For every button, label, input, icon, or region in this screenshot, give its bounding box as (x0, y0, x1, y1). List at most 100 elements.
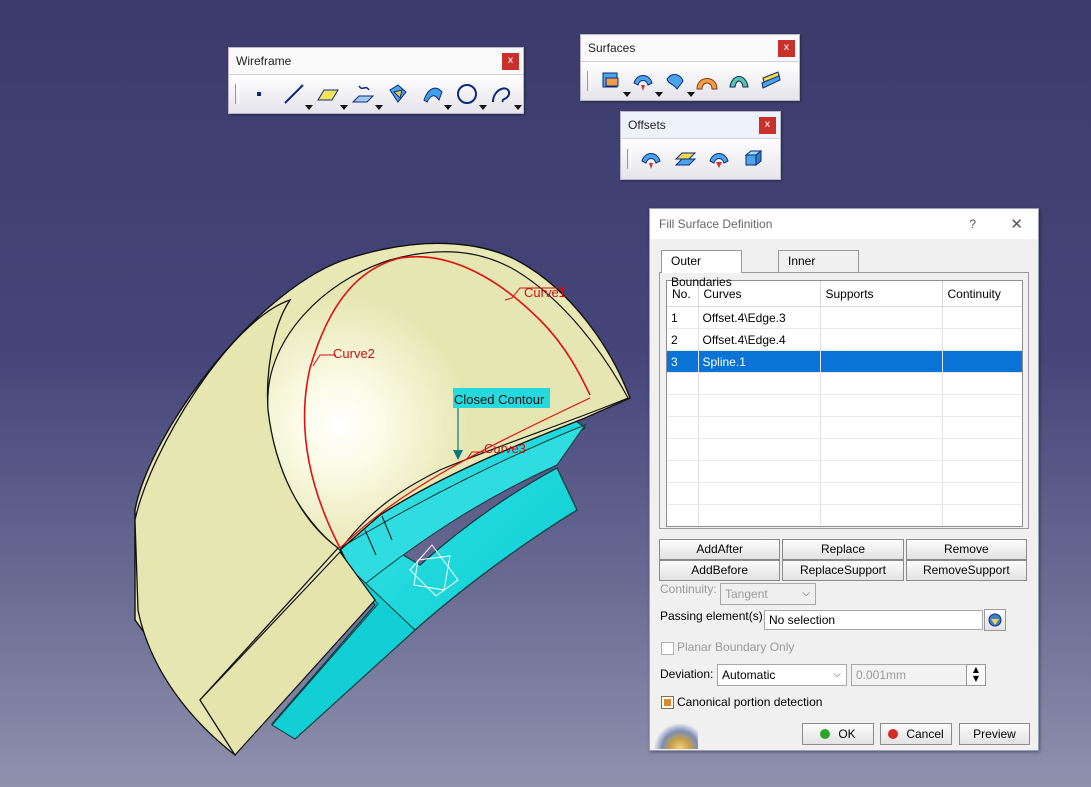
passing-elements-label: Passing element(s): (660, 609, 767, 623)
cell-support (820, 350, 943, 373)
multi-section-icon[interactable] (725, 65, 753, 97)
empty-row (667, 438, 1022, 461)
circle-icon[interactable] (453, 78, 488, 110)
continuity-value: Tangent (725, 587, 768, 601)
offsets-close-button[interactable]: x (759, 117, 776, 134)
curve3-label[interactable]: Curve3 (484, 441, 526, 456)
preview-label: Preview (973, 727, 1016, 741)
wireframe-title-text: Wireframe (236, 54, 292, 68)
plane-icon[interactable] (314, 78, 349, 110)
empty-row (667, 394, 1022, 417)
offsets-title-text: Offsets (628, 118, 666, 132)
col-header-supports[interactable]: Supports (820, 281, 943, 307)
col-header-continuity[interactable]: Continuity (942, 281, 1022, 307)
curve1-label[interactable]: Curve1 (524, 285, 566, 300)
passing-elements-picker-button[interactable] (984, 609, 1006, 631)
deviation-value-field[interactable]: 0.001mm (851, 664, 968, 686)
cell-continuity (942, 350, 1022, 373)
spin-up-icon[interactable]: ▲ (967, 665, 985, 674)
tab-inner-boundaries[interactable]: Inner Boundaries (778, 250, 859, 289)
help-button[interactable]: ? (969, 209, 976, 239)
toolbar-grip[interactable] (627, 149, 631, 169)
empty-row (667, 460, 1022, 483)
point-icon[interactable] (245, 78, 273, 110)
empty-row (667, 372, 1022, 395)
deviation-spinner[interactable]: ▲ ▼ (966, 664, 986, 686)
deviation-label: Deviation: (660, 667, 714, 681)
surfaces-close-button[interactable]: x (778, 40, 795, 57)
planar-boundary-label: Planar Boundary Only (677, 640, 795, 654)
table-row[interactable]: 2 Offset.4\Edge.4 (667, 328, 1022, 351)
remove-button[interactable]: Remove (905, 539, 1027, 560)
offset-icon[interactable] (637, 143, 665, 175)
boundary-buttons-row2: AddBefore ReplaceSupport RemoveSupport (659, 560, 1027, 581)
wireframe-icon-row (229, 74, 523, 113)
deviation-mode-select[interactable]: Automatic ⌵ (717, 664, 847, 686)
selection-icon (988, 613, 1002, 627)
cell-no: 1 (667, 306, 699, 329)
sweep-icon[interactable] (661, 65, 695, 97)
offset-surface-icon[interactable] (629, 65, 663, 97)
toolbar-grip[interactable] (235, 84, 239, 104)
curve2-label[interactable]: Curve2 (333, 346, 375, 361)
cell-curve: Spline.1 (698, 350, 821, 373)
dialog-title: Fill Surface Definition (659, 217, 773, 231)
boundary-buttons-row1: AddAfter Replace Remove (659, 539, 1027, 560)
boundary-table[interactable]: No. Curves Supports Continuity 1 Offset.… (666, 280, 1023, 527)
cell-support (820, 306, 943, 329)
rough-offset-icon[interactable] (705, 143, 733, 175)
projection-icon[interactable] (349, 78, 383, 110)
blend-icon[interactable] (757, 65, 785, 97)
fill-surface-dialog[interactable]: Fill Surface Definition ? ✕ Outer Bounda… (649, 208, 1039, 751)
ok-status-icon (820, 729, 831, 739)
surfaces-toolbar[interactable]: Surfaces x (580, 34, 800, 101)
replace-support-button[interactable]: ReplaceSupport (782, 560, 904, 581)
surfaces-icon-row (581, 61, 799, 100)
spin-down-icon[interactable]: ▼ (967, 674, 985, 683)
variable-offset-icon[interactable] (671, 143, 699, 175)
cancel-status-icon (888, 729, 899, 739)
wireframe-toolbar[interactable]: Wireframe x (228, 47, 524, 114)
dialog-corner-graphic (650, 721, 698, 749)
remove-support-button[interactable]: RemoveSupport (905, 560, 1027, 581)
passing-elements-value: No selection (769, 613, 836, 627)
surfaces-toolbar-title[interactable]: Surfaces x (581, 35, 799, 61)
deviation-mode-value: Automatic (722, 668, 776, 682)
planar-boundary-checkbox[interactable] (661, 642, 674, 655)
extrude-icon[interactable] (597, 65, 631, 97)
preview-button[interactable]: Preview (959, 723, 1030, 745)
continuity-select[interactable]: Tangent ⌵ (720, 583, 816, 605)
cell-no: 3 (667, 350, 699, 373)
empty-row (667, 482, 1022, 505)
chevron-down-icon: ⌵ (833, 669, 841, 680)
thickness-icon[interactable] (739, 143, 767, 175)
offsets-toolbar[interactable]: Offsets x (620, 111, 781, 180)
add-before-button[interactable]: AddBefore (659, 560, 781, 581)
add-after-button[interactable]: AddAfter (659, 539, 781, 560)
passing-elements-field[interactable]: No selection (764, 610, 983, 630)
dialog-close-button[interactable]: ✕ (1010, 209, 1023, 239)
dialog-title-bar[interactable]: Fill Surface Definition ? ✕ (650, 209, 1038, 239)
canonical-detection-checkbox[interactable] (661, 696, 674, 709)
tab-outer-boundaries[interactable]: Outer Boundaries (661, 250, 742, 289)
intersection-icon[interactable] (384, 78, 412, 110)
toolbar-grip[interactable] (587, 71, 591, 91)
closed-contour-tag[interactable]: Closed Contour (454, 392, 545, 407)
fill-icon[interactable] (693, 65, 721, 97)
replace-button[interactable]: Replace (782, 539, 904, 560)
empty-row (667, 416, 1022, 439)
wireframe-close-button[interactable]: x (502, 53, 519, 70)
canonical-detection-label: Canonical portion detection (677, 695, 823, 709)
offsets-toolbar-title[interactable]: Offsets x (621, 112, 780, 138)
cancel-button[interactable]: Cancel (880, 723, 952, 745)
offsets-icon-row (621, 138, 780, 179)
table-row[interactable]: 1 Offset.4\Edge.3 (667, 306, 1022, 329)
table-row-selected[interactable]: 3 Spline.1 (667, 350, 1022, 373)
ok-button[interactable]: OK (802, 723, 874, 745)
parallel-curve-icon[interactable] (419, 78, 453, 110)
continuity-label: Continuity: (660, 582, 717, 596)
spline-icon[interactable] (488, 78, 522, 110)
chevron-down-icon: ⌵ (802, 588, 810, 599)
line-icon[interactable] (280, 78, 314, 110)
wireframe-toolbar-title[interactable]: Wireframe x (229, 48, 523, 74)
